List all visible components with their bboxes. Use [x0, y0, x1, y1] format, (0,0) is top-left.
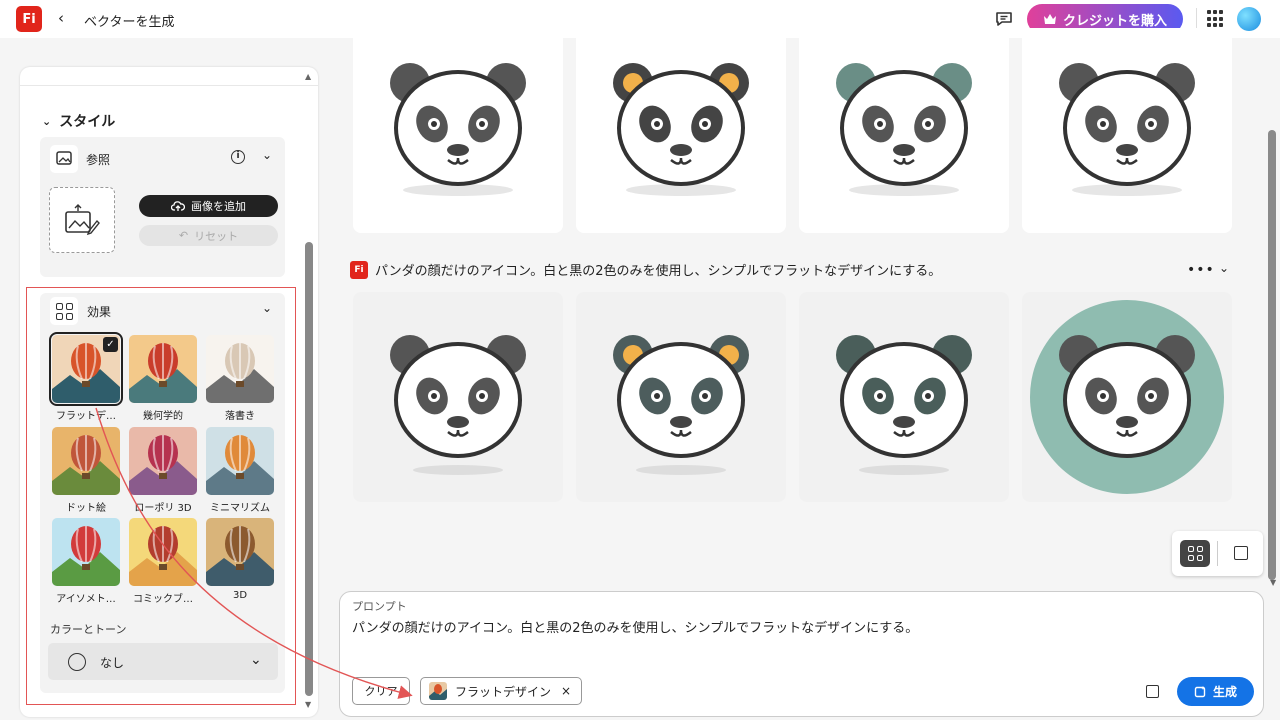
generated-panda-image[interactable]	[353, 292, 563, 502]
generation-prompt-text: パンダの顔だけのアイコン。白と黒の2色のみを使用し、シンプルでフラットなデザイン…	[375, 264, 942, 279]
collapse-chevron-icon[interactable]: ⌄	[1219, 261, 1229, 275]
back-button[interactable]: ‹	[58, 9, 64, 27]
more-options-button[interactable]: •••	[1187, 262, 1215, 278]
generate-button[interactable]: 生成	[1177, 677, 1254, 706]
generation-prompt-row: Fi パンダの顔だけのアイコン。白と黒の2色のみを使用し、シンプルでフラットなデ…	[350, 260, 941, 279]
cloud-upload-icon	[171, 201, 185, 211]
info-icon[interactable]: i	[231, 150, 245, 164]
style-section-header[interactable]: ⌄ スタイル	[42, 111, 115, 131]
generated-panda-image[interactable]	[353, 28, 563, 233]
generated-panda-image[interactable]	[576, 28, 786, 233]
view-toggle	[1172, 531, 1263, 576]
panda-icon	[613, 335, 749, 475]
generate-icon	[1194, 686, 1206, 698]
page-title: ベクターを生成	[84, 15, 175, 30]
chip-close-icon[interactable]: ×	[561, 684, 571, 698]
grid-view-button[interactable]	[1180, 540, 1210, 567]
generate-label: 生成	[1212, 685, 1237, 699]
crown-icon	[1043, 14, 1056, 24]
gallery-scrollbar[interactable]	[1268, 130, 1276, 580]
style-chip-flat-design[interactable]: フラットデザイン ×	[420, 677, 582, 705]
reference-chevron-icon[interactable]: ⌄	[262, 148, 272, 162]
scroll-up-arrow[interactable]: ▲	[305, 72, 311, 81]
prompt-input[interactable]: パンダの顔だけのアイコン。白と黒の2色のみを使用し、シンプルでフラットなデザイン…	[352, 617, 918, 636]
chevron-down-icon: ⌄	[42, 114, 52, 128]
single-view-button[interactable]	[1234, 546, 1248, 560]
view-toggle-divider	[1217, 541, 1218, 566]
panda-icon	[613, 63, 749, 196]
clear-button[interactable]: クリア	[352, 677, 410, 705]
generated-panda-image[interactable]	[799, 28, 1009, 233]
prompt-box: プロンプト パンダの顔だけのアイコン。白と黒の2色のみを使用し、シンプルでフラッ…	[339, 591, 1264, 717]
panda-icon	[836, 63, 972, 196]
generated-panda-image[interactable]	[1022, 292, 1232, 502]
annotation-highlight-box	[26, 287, 296, 705]
firefly-logo: Fi	[350, 260, 368, 279]
add-image-button[interactable]: 画像を追加	[139, 195, 278, 217]
scroll-down-arrow[interactable]: ▼	[305, 700, 311, 709]
add-image-label: 画像を追加	[191, 200, 246, 213]
panda-icon	[1059, 63, 1195, 196]
panel-divider	[20, 85, 318, 86]
app-logo[interactable]: Fi	[16, 6, 42, 32]
gallery-scroll-down-arrow[interactable]: ▼	[1270, 578, 1276, 587]
reset-button[interactable]: ↶ リセット	[139, 225, 278, 246]
image-upload-dropzone[interactable]	[49, 187, 115, 253]
reference-label: 参照	[86, 153, 111, 167]
prompt-tool-icon[interactable]	[1146, 685, 1159, 698]
panda-icon	[390, 335, 526, 475]
panda-icon	[390, 63, 526, 196]
reference-image-icon	[50, 145, 78, 173]
generated-panda-image[interactable]	[576, 292, 786, 502]
prompt-label: プロンプト	[352, 600, 407, 613]
panel-scrollbar[interactable]	[305, 242, 313, 696]
upload-image-icon	[65, 204, 100, 236]
chip-label: フラットデザイン	[455, 684, 552, 699]
reset-label: リセット	[194, 229, 239, 243]
style-heading: スタイル	[59, 114, 116, 130]
chip-thumbnail	[429, 682, 447, 700]
buy-credits-label: クレジットを購入	[1062, 13, 1167, 29]
undo-icon: ↶	[178, 229, 189, 242]
feedback-icon[interactable]	[994, 9, 1014, 29]
apps-grid-icon[interactable]	[1207, 10, 1225, 28]
panda-icon	[836, 335, 972, 475]
panda-icon	[1030, 300, 1224, 494]
avatar[interactable]	[1237, 7, 1261, 31]
header-divider	[1196, 8, 1197, 30]
generated-panda-image[interactable]	[799, 292, 1009, 502]
generated-panda-image[interactable]	[1022, 28, 1232, 233]
